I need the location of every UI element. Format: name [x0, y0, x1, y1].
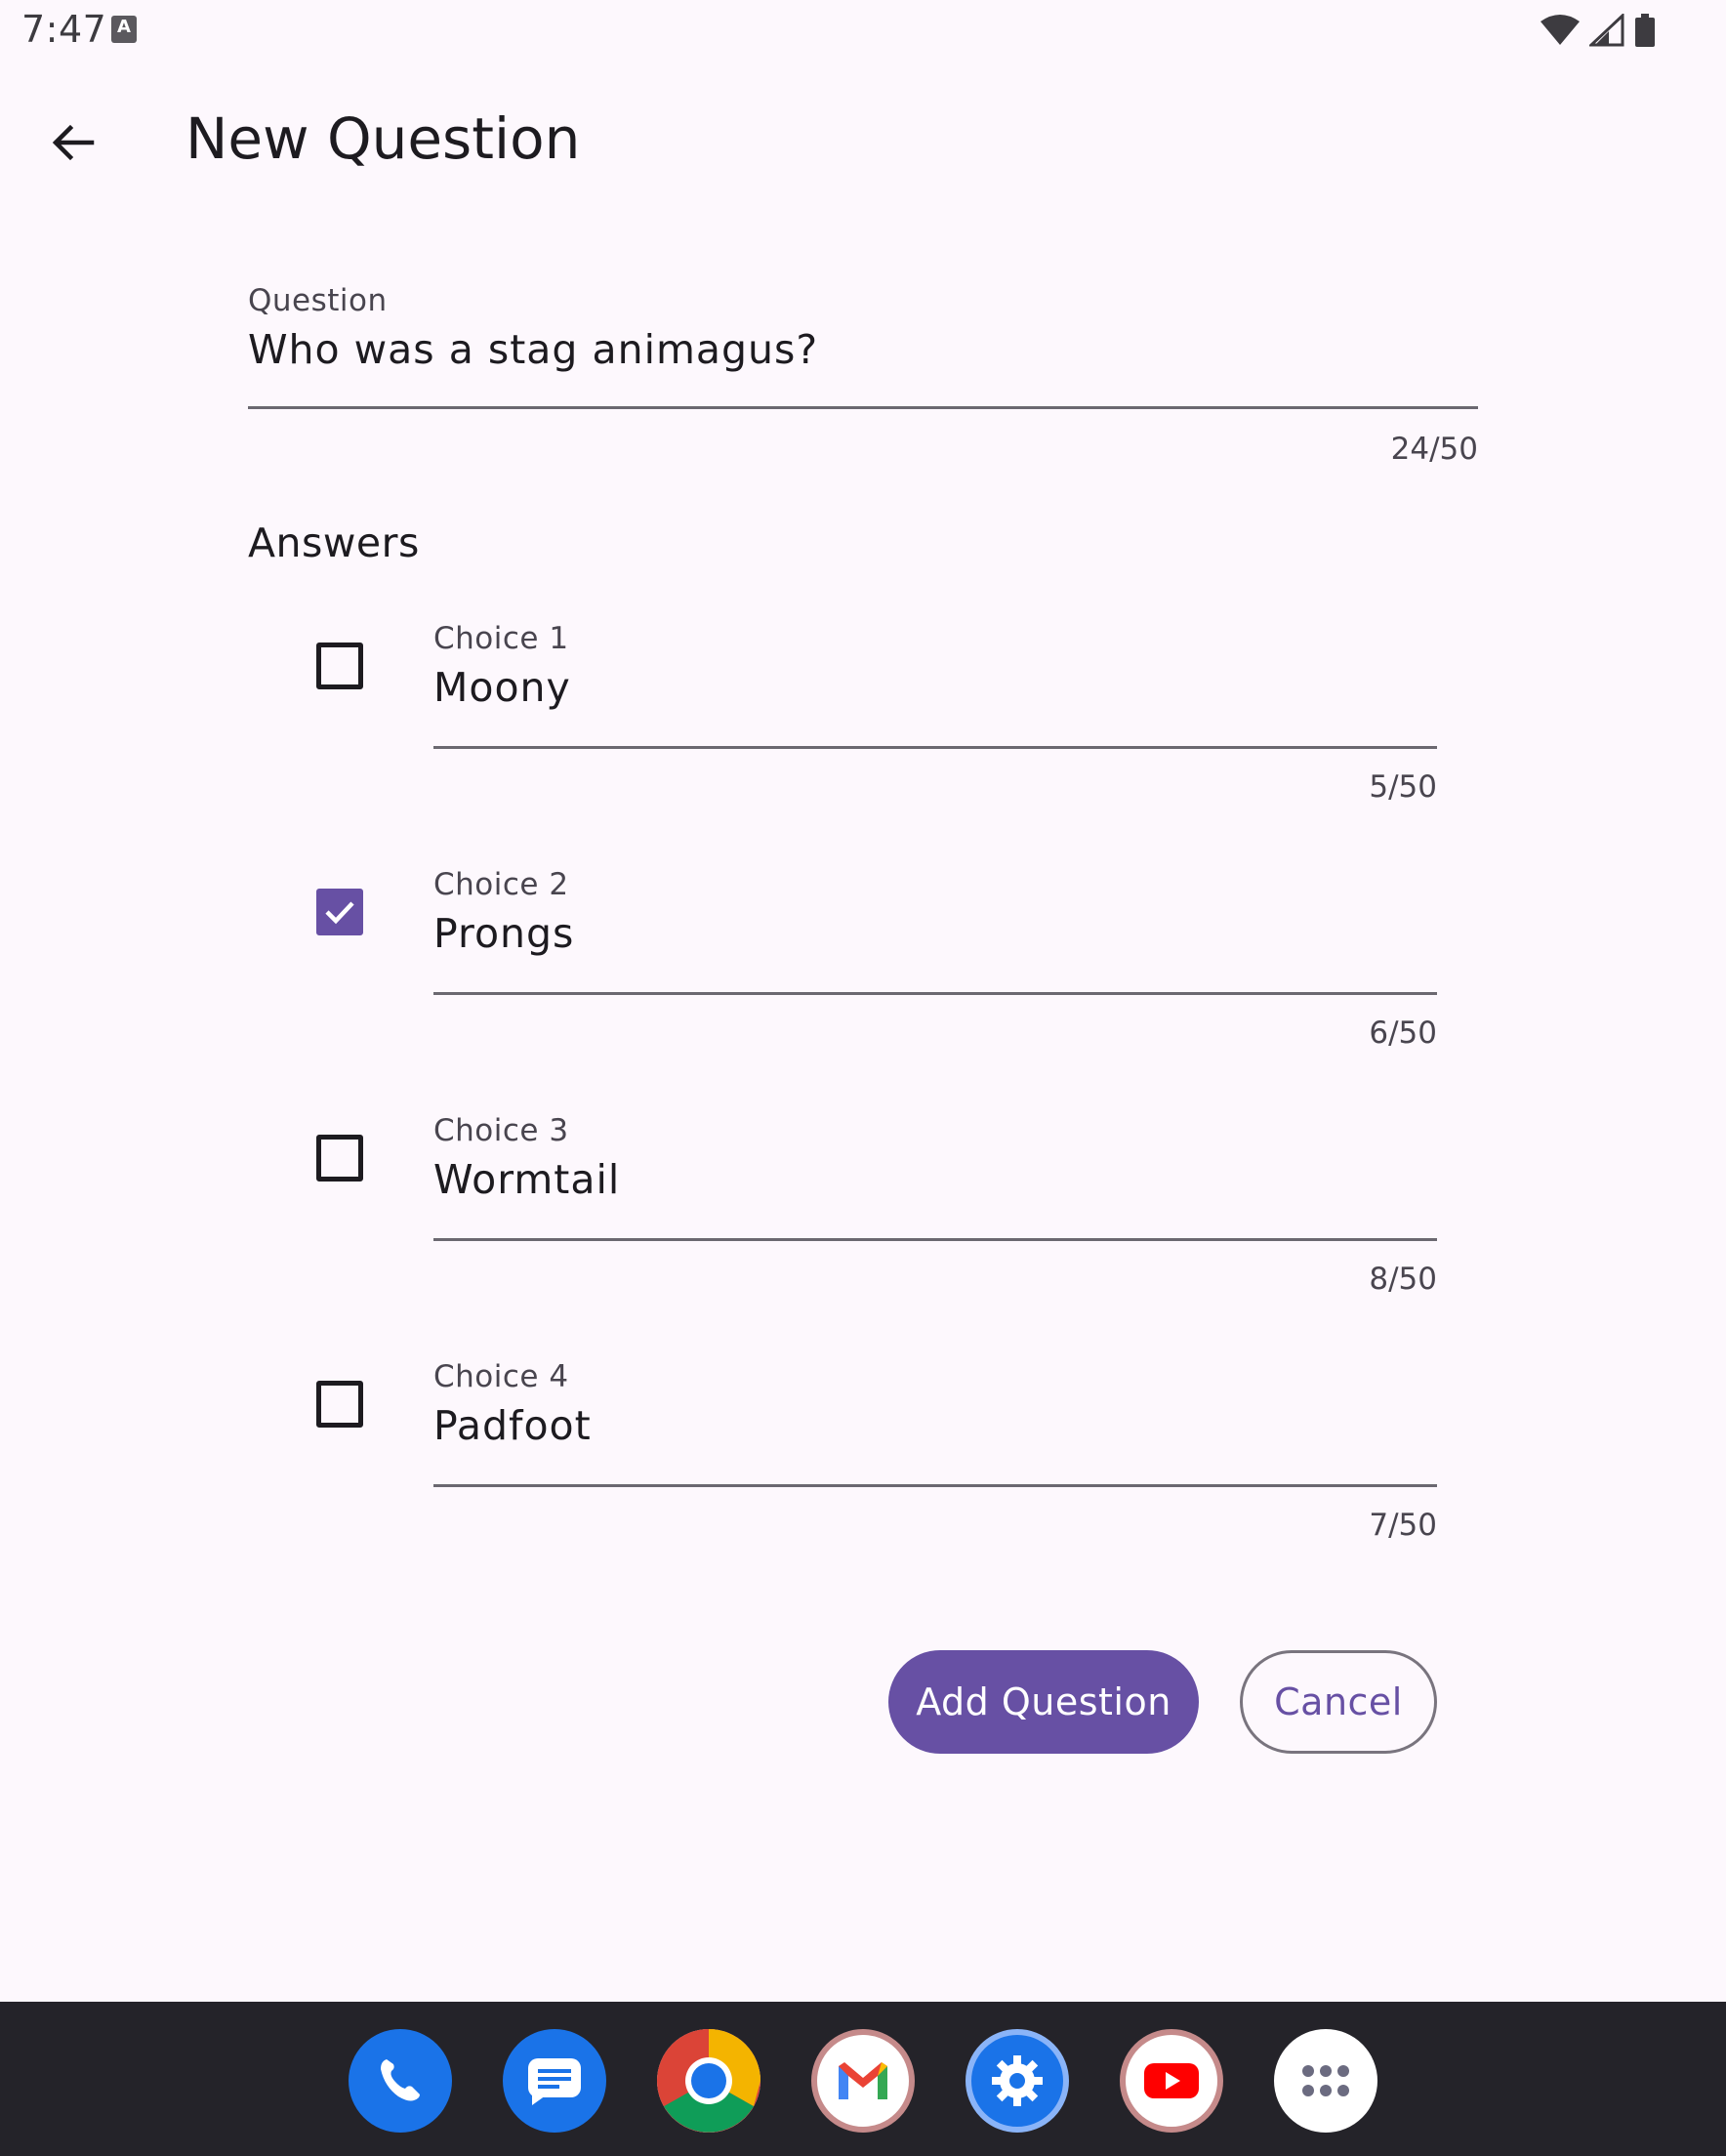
check-icon — [325, 901, 354, 925]
status-time: 7:47 — [21, 8, 107, 51]
choice-4-input[interactable]: Padfoot — [433, 1402, 1437, 1449]
choice-3-underline — [433, 1238, 1437, 1241]
app-dock — [0, 2002, 1726, 2156]
battery-icon — [1635, 14, 1655, 47]
add-question-button[interactable]: Add Question — [888, 1650, 1199, 1754]
choice-2-counter: 6/50 — [1369, 1016, 1437, 1051]
choice-1-checkbox[interactable] — [316, 643, 363, 689]
messages-icon[interactable] — [503, 2029, 606, 2133]
app-bar: New Question — [0, 78, 1726, 195]
question-label: Question — [248, 283, 388, 318]
choice-2-label: Choice 2 — [433, 867, 569, 902]
choice-1-counter: 5/50 — [1369, 769, 1437, 805]
gmail-icon[interactable] — [811, 2029, 915, 2133]
answers-label: Answers — [248, 519, 420, 566]
question-underline — [248, 406, 1478, 409]
choice-2-field[interactable]: Choice 2 Prongs — [433, 867, 1437, 996]
choice-1-label: Choice 1 — [433, 621, 569, 656]
choice-2-underline — [433, 992, 1437, 995]
page-title: New Question — [185, 105, 581, 172]
choice-3-input[interactable]: Wormtail — [433, 1156, 1437, 1203]
choice-1-underline — [433, 746, 1437, 749]
choice-1-input[interactable]: Moony — [433, 664, 1437, 711]
status-icons — [1541, 14, 1656, 47]
notification-icon: A — [111, 16, 137, 43]
status-bar: 7:47 A — [0, 0, 1726, 62]
settings-icon[interactable] — [966, 2029, 1069, 2133]
question-counter: 24/50 — [1390, 432, 1478, 467]
wifi-icon — [1541, 15, 1580, 45]
youtube-icon[interactable] — [1120, 2029, 1223, 2133]
choice-3-label: Choice 3 — [433, 1113, 569, 1148]
chrome-icon[interactable] — [657, 2029, 760, 2133]
arrow-back-icon — [52, 124, 95, 161]
question-input[interactable]: Who was a stag animagus? — [248, 326, 1478, 373]
choice-4-label: Choice 4 — [433, 1359, 569, 1394]
choice-4-counter: 7/50 — [1369, 1508, 1437, 1543]
choice-4-checkbox[interactable] — [316, 1381, 363, 1428]
choice-4-underline — [433, 1484, 1437, 1487]
choice-2-input[interactable]: Prongs — [433, 910, 1437, 957]
choice-3-counter: 8/50 — [1369, 1262, 1437, 1297]
choice-1-field[interactable]: Choice 1 Moony — [433, 621, 1437, 750]
choice-4-field[interactable]: Choice 4 Padfoot — [433, 1359, 1437, 1488]
back-button[interactable] — [31, 102, 113, 184]
question-field[interactable]: Question Who was a stag animagus? — [248, 283, 1478, 410]
signal-icon — [1589, 14, 1624, 47]
choice-3-field[interactable]: Choice 3 Wormtail — [433, 1113, 1437, 1242]
phone-icon[interactable] — [349, 2029, 452, 2133]
cancel-button[interactable]: Cancel — [1240, 1650, 1437, 1754]
choice-3-checkbox[interactable] — [316, 1135, 363, 1182]
app-drawer-icon[interactable] — [1274, 2029, 1377, 2133]
choice-2-checkbox[interactable] — [316, 889, 363, 935]
